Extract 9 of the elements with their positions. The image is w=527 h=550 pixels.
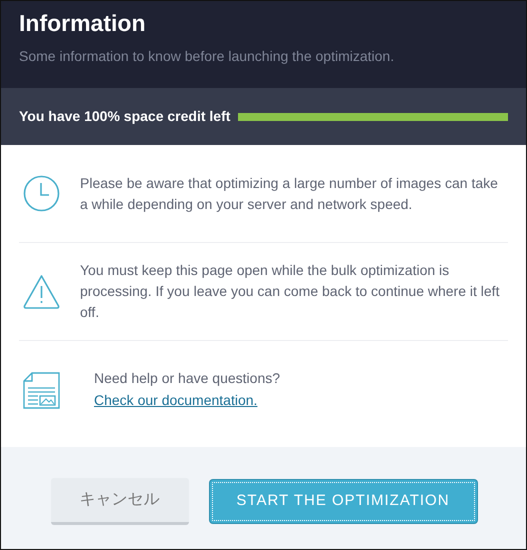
dialog-title: Information: [19, 9, 146, 37]
help-text: Need help or have questions?: [94, 368, 280, 388]
dialog-subtitle: Some information to know before launching the optimization.: [19, 47, 396, 66]
cancel-button[interactable]: キャンセル: [50, 478, 188, 524]
notice-text: Please be aware that optimizing a large number of images can take a while depending on your server and network speed.: [80, 174, 499, 214]
notice-text: You must keep this page open while the bulk optimization is processing. If you leave you can come back to continue where it left off.: [80, 261, 500, 322]
documentation-link[interactable]: Check our documentation.: [94, 392, 258, 408]
credit-label: You have 100% space credit left: [19, 107, 230, 126]
start-optimization-button[interactable]: START THE OPTIMIZATION: [210, 480, 476, 522]
